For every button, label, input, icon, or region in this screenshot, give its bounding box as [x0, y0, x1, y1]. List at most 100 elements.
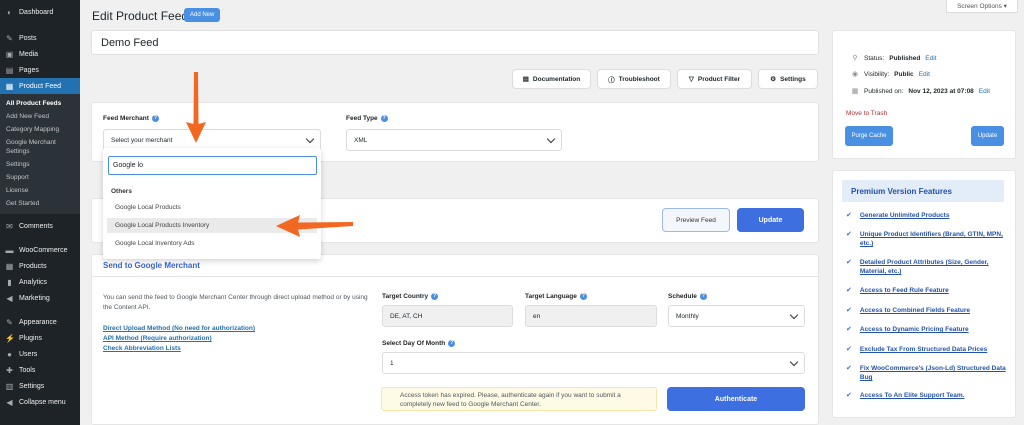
eye-icon: ◉ [851, 71, 859, 78]
pages-icon: ▤ [5, 65, 14, 75]
help-icon[interactable]: ? [448, 340, 456, 347]
feed-icon: ▦ [5, 81, 14, 91]
pin-icon: ✎ [6, 33, 13, 43]
menu-products[interactable]: ▦ Products [0, 258, 80, 274]
check-icon: ✔ [846, 307, 852, 314]
appearance-icon: ✎ [6, 317, 13, 327]
edit-date-link[interactable]: Edit [979, 88, 990, 95]
premium-feature: ✔ Access to Combined Fields Feature [846, 307, 971, 314]
target-language-field: en [525, 305, 657, 327]
premium-feature: ✔ Access To An Elite Support Team. [846, 392, 965, 399]
menu-analytics[interactable]: ▮ Analytics [0, 274, 80, 290]
chevron-down-icon [305, 134, 315, 143]
premium-feature: ✔ Detailed Product Attributes (Size, Gend… [846, 259, 989, 275]
move-to-trash-link[interactable]: Move to Trash [846, 110, 887, 117]
marketing-icon: ◀ [6, 293, 13, 303]
check-icon: ✔ [846, 259, 852, 266]
submenu-get-started[interactable]: Get Started [0, 197, 80, 210]
premium-title: Premium Version Features [842, 180, 1004, 202]
help-icon[interactable]: ? [431, 293, 439, 300]
document-icon: ▤ [522, 76, 529, 83]
help-icon[interactable]: ? [699, 293, 707, 300]
target-language-label: Target Language? [525, 293, 587, 301]
troubleshoot-button[interactable]: ⓘ Troubleshoot [597, 69, 671, 89]
submenu-all-feeds[interactable]: All Product Feeds [0, 97, 80, 110]
menu-woocommerce[interactable]: ▬ WooCommerce [0, 242, 80, 258]
direct-upload-link[interactable]: Direct Upload Method (No need for author… [103, 325, 255, 332]
help-icon[interactable]: ? [151, 115, 159, 122]
feed-type-label: Feed Type? [346, 115, 388, 123]
submenu-google-merchant[interactable]: Google Merchant Settings [0, 136, 80, 158]
help-icon[interactable]: ? [579, 293, 587, 300]
visibility-row: ◉ Visibility: Public Edit [851, 70, 930, 79]
day-of-month-label: Select Day Of Month? [382, 340, 456, 348]
divider [92, 276, 818, 277]
tools-icon: ✚ [6, 365, 13, 375]
menu-appearance[interactable]: ✎ Appearance [0, 314, 80, 330]
publish-update-button[interactable]: Update [971, 126, 1004, 146]
settings-button[interactable]: ⚙ Settings [758, 69, 818, 89]
merchant-dropdown: Google lo Others Google Local Products G… [103, 148, 321, 259]
menu-tools[interactable]: ✚ Tools [0, 362, 80, 378]
update-feed-button[interactable]: Update [737, 208, 804, 232]
menu-settings[interactable]: ▥ Settings [0, 378, 80, 394]
schedule-select[interactable]: Monthly [668, 305, 805, 327]
abbreviation-link[interactable]: Check Abbreviation Lists [103, 345, 181, 352]
pin-icon: ⚲ [852, 55, 858, 62]
menu-users[interactable]: ● Users [0, 346, 80, 362]
submenu-support[interactable]: Support [0, 171, 80, 184]
menu-comments[interactable]: ✉ Comments [0, 218, 80, 234]
status-row: ⚲ Status: Published Edit [852, 54, 937, 63]
chevron-down-icon [789, 357, 799, 366]
submenu-category-mapping[interactable]: Category Mapping [0, 123, 80, 136]
published-row: ▦ Published on: Nov 12, 2023 at 07:08 Edit [851, 87, 990, 96]
edit-visibility-link[interactable]: Edit [919, 71, 930, 78]
purge-cache-button[interactable]: Purge Cache [845, 126, 893, 146]
products-icon: ▦ [5, 261, 14, 271]
menu-pages[interactable]: ▤ Pages [0, 62, 80, 78]
api-method-link[interactable]: API Method (Require authorization) [103, 335, 212, 342]
info-circle-icon: ⓘ [608, 77, 615, 84]
submenu-add-new-feed[interactable]: Add New Feed [0, 110, 80, 123]
premium-feature: ✔ Fix WooCommerce's (Json-Ld) Structured … [846, 365, 1006, 381]
documentation-button[interactable]: ▤ Documentation [512, 69, 591, 89]
premium-feature: ✔ Generate Unlimited Products [846, 212, 950, 219]
chevron-down-icon [546, 134, 556, 143]
day-of-month-select[interactable]: 1 [382, 352, 805, 374]
menu-dashboard[interactable]: ◐ Dashboard [0, 4, 80, 20]
product-filter-button[interactable]: ▽ Product Filter [677, 69, 752, 89]
merchant-search-input[interactable]: Google lo [108, 156, 317, 175]
premium-feature: ✔ Unique Product Identifiers (Brand, GTIN… [846, 231, 1003, 247]
arrow-down-annotation [186, 72, 206, 143]
merchant-option[interactable]: Google Local Products [107, 200, 317, 215]
screen-options-button[interactable]: Screen Options ▾ [946, 0, 1018, 13]
feed-name-input[interactable]: Demo Feed [91, 30, 819, 55]
users-icon: ● [7, 349, 12, 359]
menu-plugins[interactable]: ⚡ Plugins [0, 330, 80, 346]
help-icon[interactable]: ? [380, 115, 388, 122]
menu-posts[interactable]: ✎ Posts [0, 30, 80, 46]
menu-collapse[interactable]: ◀ Collapse menu [0, 394, 80, 410]
authenticate-button[interactable]: Authenticate [667, 387, 805, 411]
menu-media[interactable]: ▣ Media [0, 46, 80, 62]
add-new-button[interactable]: Add New [184, 8, 221, 22]
target-country-label: Target Country? [382, 293, 439, 301]
check-icon: ✔ [846, 212, 852, 219]
collapse-icon: ◀ [6, 397, 13, 407]
edit-status-link[interactable]: Edit [925, 55, 936, 62]
check-icon: ✔ [846, 231, 852, 238]
admin-sidebar: ◐ Dashboard ✎ Posts ▣ Media ▤ Pages ▦ Product… [0, 0, 80, 425]
analytics-icon: ▮ [7, 277, 12, 287]
merchant-option[interactable]: Google Local Inventory Ads [107, 236, 317, 251]
preview-feed-button[interactable]: Preview Feed [662, 208, 730, 232]
menu-marketing[interactable]: ◀ Marketing [0, 290, 80, 306]
chevron-down-icon [789, 310, 799, 319]
gear-icon: ⚙ [770, 76, 777, 83]
submenu-license[interactable]: License [0, 184, 80, 197]
check-icon: ✔ [846, 365, 852, 372]
feed-merchant-label: Feed Merchant? [103, 115, 159, 123]
menu-product-feed[interactable]: ▦ Product Feed [0, 78, 80, 94]
submenu-settings[interactable]: Settings [0, 158, 80, 171]
calendar-icon: ▦ [851, 88, 859, 95]
feed-type-select[interactable]: XML [346, 129, 562, 151]
